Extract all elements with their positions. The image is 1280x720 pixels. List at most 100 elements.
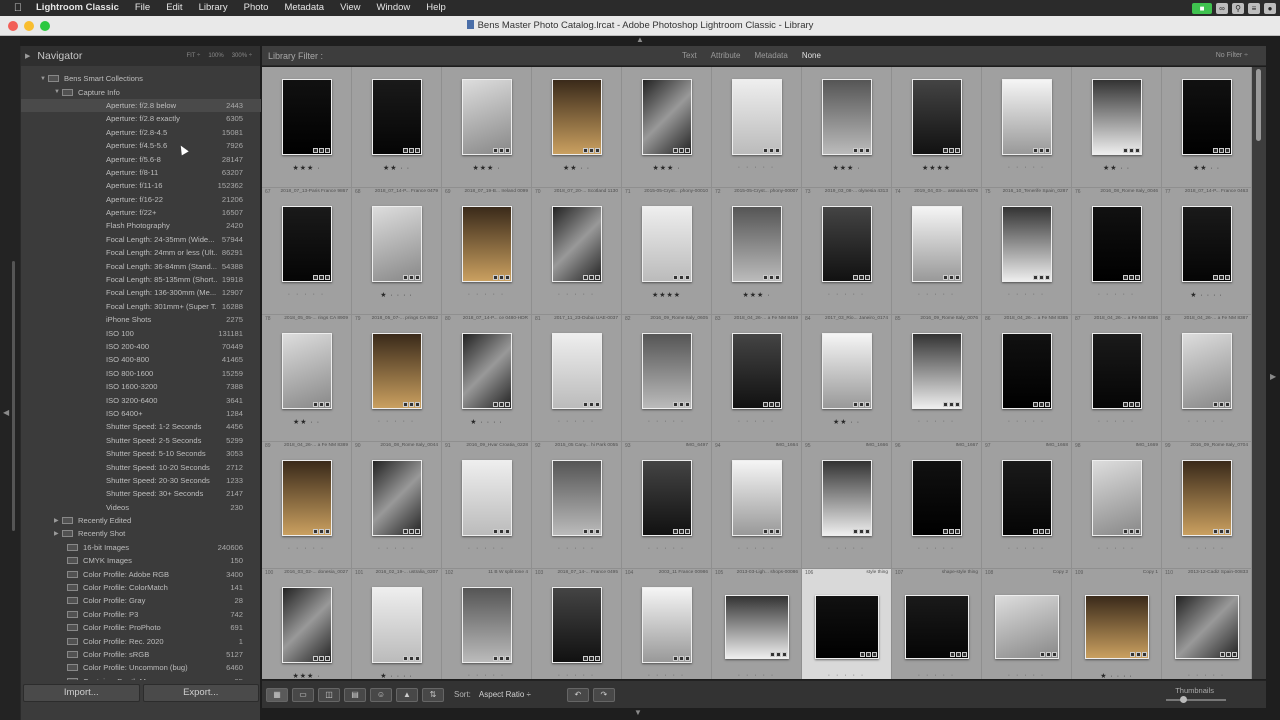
disclosure-triangle-icon[interactable]: ▼	[40, 76, 48, 82]
collection-row[interactable]: Focal Length: 136-300mm (Me... 12907	[21, 286, 261, 299]
photo-cell[interactable]: ★★ · ·	[532, 67, 622, 188]
photo-thumbnail[interactable]	[732, 333, 782, 409]
disclosure-triangle-icon[interactable]: ▼	[54, 89, 62, 95]
collection-row[interactable]: Focal Length: 24-35mm (Wide... 57944	[21, 233, 261, 246]
collection-row[interactable]: Focal Length: 85-135mm (Short... 19918	[21, 273, 261, 286]
badge-icon[interactable]	[775, 529, 780, 534]
photo-thumbnail[interactable]	[732, 206, 782, 282]
badge-icon[interactable]	[319, 656, 324, 661]
photo-thumbnail[interactable]	[642, 79, 692, 155]
badge-icon[interactable]	[313, 656, 318, 661]
badge-icon[interactable]	[1045, 529, 1050, 534]
badge-icon[interactable]	[319, 529, 324, 534]
badge-icon[interactable]	[595, 275, 600, 280]
photo-thumbnail[interactable]	[552, 460, 602, 536]
collection-row[interactable]: Flash Photography 2420	[21, 219, 261, 232]
collection-row[interactable]: Color Profile: sRGB 5127	[21, 648, 261, 661]
menu-photo[interactable]: Photo	[236, 0, 277, 16]
star-rating[interactable]: · · · · ·	[712, 672, 801, 679]
sort-select[interactable]: Aspect Ratio ÷	[479, 690, 531, 699]
collection-row[interactable]: Videos 230	[21, 501, 261, 514]
star-rating[interactable]: ★ · · · ·	[1072, 672, 1161, 679]
badge-icon[interactable]	[319, 402, 324, 407]
star-rating[interactable]: · · · · ·	[622, 545, 711, 552]
collection-row[interactable]: Shutter Speed: 5-10 Seconds 3053	[21, 447, 261, 460]
badge-icon[interactable]	[859, 148, 864, 153]
badge-icon[interactable]	[1135, 148, 1140, 153]
badge-icon[interactable]	[325, 656, 330, 661]
siri-icon[interactable]: ●	[1264, 2, 1276, 14]
photo-thumbnail[interactable]	[1092, 460, 1142, 536]
photo-thumbnail[interactable]	[1085, 595, 1149, 659]
survey-view-icon[interactable]: ▤	[344, 687, 366, 702]
badge-icon[interactable]	[313, 402, 318, 407]
badge-icon[interactable]	[955, 529, 960, 534]
photo-thumbnail[interactable]	[372, 460, 422, 536]
badge-icon[interactable]	[955, 275, 960, 280]
filter-preset-select[interactable]: No Filter ÷	[1216, 52, 1248, 59]
photo-cell[interactable]: ★★★ ·	[262, 67, 352, 188]
export-button[interactable]: Export...	[142, 684, 259, 702]
menu-file[interactable]: File	[127, 0, 158, 16]
star-rating[interactable]: · · · · ·	[712, 164, 801, 171]
badge-icon[interactable]	[595, 148, 600, 153]
photo-cell[interactable]: 99 2016_09_Rome Italy_0704 · · · · ·	[1162, 442, 1252, 569]
star-rating[interactable]: ★★★ ·	[802, 164, 891, 172]
disclosure-triangle-icon[interactable]: ▶	[25, 52, 30, 60]
collection-row[interactable]: Color Profile: P3 742	[21, 608, 261, 621]
badge-icon[interactable]	[1039, 402, 1044, 407]
collection-row[interactable]: Aperture: f/2.8 below 2443	[21, 98, 261, 113]
photo-cell[interactable]: 70 2018_07_20-... Scotland 1130 · · · · ·	[532, 188, 622, 315]
star-rating[interactable]: ★★ · ·	[1072, 164, 1161, 172]
badge-icon[interactable]	[782, 652, 787, 657]
photo-thumbnail[interactable]	[282, 460, 332, 536]
collection-row[interactable]: Aperture: f/2.8 exactly 6305	[21, 112, 261, 125]
star-rating[interactable]: · · · · ·	[892, 672, 981, 679]
photo-cell[interactable]: 101 2016_02_19-... ustralia_0207 ★ · · · ·	[352, 569, 442, 679]
badge-icon[interactable]	[499, 656, 504, 661]
collection-row[interactable]: ▼ Capture Info	[21, 85, 261, 98]
badge-icon[interactable]	[685, 656, 690, 661]
badge-icon[interactable]	[493, 148, 498, 153]
collection-row[interactable]: Shutter Speed: 2-5 Seconds 5299	[21, 434, 261, 447]
star-rating[interactable]: ★★ · ·	[262, 418, 351, 426]
collection-row[interactable]: ISO 3200-6400 3641	[21, 393, 261, 406]
badge-icon[interactable]	[415, 402, 420, 407]
badge-icon[interactable]	[1135, 402, 1140, 407]
badge-icon[interactable]	[943, 402, 948, 407]
photo-cell[interactable]: 108 Copy 2 · · · · ·	[982, 569, 1072, 679]
photo-thumbnail[interactable]	[822, 333, 872, 409]
badge-icon[interactable]	[769, 148, 774, 153]
star-rating[interactable]: · · · · ·	[532, 545, 621, 552]
photo-thumbnail[interactable]	[1182, 333, 1232, 409]
photo-cell[interactable]: 80 2018_07_14-P... ce 0480-HDR ★ · · · ·	[442, 315, 532, 442]
badge-icon[interactable]	[853, 529, 858, 534]
photo-thumbnail[interactable]	[1092, 206, 1142, 282]
menu-view[interactable]: View	[332, 0, 368, 16]
photo-thumbnail[interactable]	[995, 595, 1059, 659]
badge-icon[interactable]	[679, 402, 684, 407]
collection-row[interactable]: ▼ Bens Smart Collections	[21, 72, 261, 85]
photo-thumbnail[interactable]	[912, 79, 962, 155]
photo-thumbnail[interactable]	[552, 79, 602, 155]
badge-icon[interactable]	[493, 656, 498, 661]
star-rating[interactable]: · · · · ·	[532, 291, 621, 298]
badge-icon[interactable]	[679, 529, 684, 534]
badge-icon[interactable]	[679, 656, 684, 661]
photo-cell[interactable]: 79 2018_05_07-... prings CA 8912 · · · · ·	[352, 315, 442, 442]
badge-icon[interactable]	[589, 402, 594, 407]
badge-icon[interactable]	[313, 529, 318, 534]
badge-icon[interactable]	[1219, 148, 1224, 153]
collection-row[interactable]: Color Profile: Rec. 2020 1	[21, 634, 261, 647]
photo-thumbnail[interactable]	[905, 595, 969, 659]
badge-icon[interactable]	[499, 529, 504, 534]
photo-thumbnail[interactable]	[462, 79, 512, 155]
star-rating[interactable]: · · · · ·	[982, 291, 1071, 298]
star-rating[interactable]: · · · · ·	[982, 164, 1071, 171]
badge-icon[interactable]	[1045, 148, 1050, 153]
photo-cell[interactable]: ★★★ ·	[442, 67, 532, 188]
collection-row[interactable]: Aperture: f/8-11 63207	[21, 166, 261, 179]
badge-icon[interactable]	[1046, 652, 1051, 657]
badge-icon[interactable]	[325, 402, 330, 407]
photo-cell[interactable]: 109 Copy 1 ★ · · · ·	[1072, 569, 1162, 679]
